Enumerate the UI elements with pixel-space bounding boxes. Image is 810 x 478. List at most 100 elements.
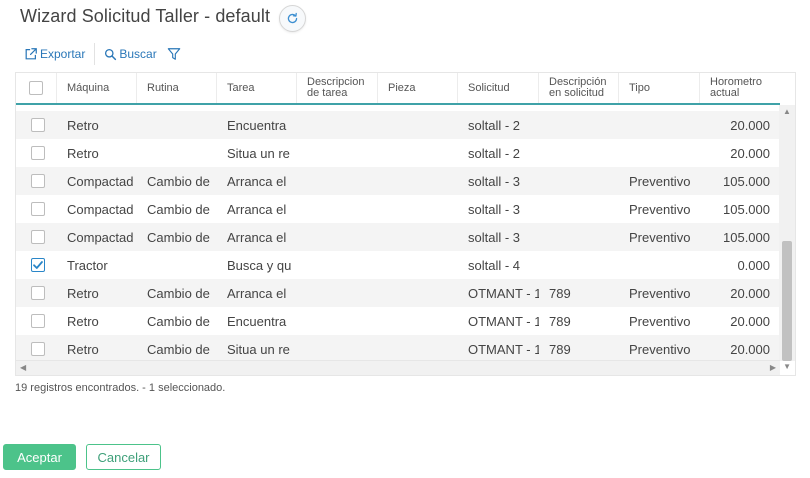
search-icon [105, 48, 117, 60]
table-row[interactable]: Retro Cambio de Situa un re OTMANT - 1 789 Pr… [16, 335, 780, 361]
cell-rutina [137, 139, 217, 167]
cell-solicitud: OTMANT - 1 [468, 341, 539, 357]
cell-descripcion-solicitud: 789 [549, 313, 571, 329]
cell-descripcion-tarea [297, 307, 378, 335]
cell-descripcion-tarea [297, 251, 378, 279]
cell-solicitud: soltall - 3 [468, 201, 521, 217]
search-button[interactable]: Buscar [104, 47, 157, 61]
column-header-maquina[interactable]: Máquina [57, 73, 137, 103]
cell-maquina: Retro [67, 285, 99, 301]
check-icon [33, 261, 43, 269]
cell-pieza [378, 279, 458, 307]
page-title: Wizard Solicitud Taller - default [20, 6, 271, 26]
cell-tarea: Encuentra [227, 313, 287, 329]
cell-solicitud: soltall - 2 [468, 145, 521, 161]
column-header-rutina[interactable]: Rutina [137, 73, 217, 103]
cell-descripcion-solicitud [539, 111, 619, 139]
cell-horometro: 20.000 [730, 117, 770, 133]
refresh-icon [287, 12, 298, 24]
scroll-left-arrow-icon[interactable]: ◀ [20, 364, 26, 372]
cell-tarea: Encuentra [227, 117, 287, 133]
cell-horometro: 105.000 [723, 173, 770, 189]
cell-pieza [378, 307, 458, 335]
cell-rutina: Cambio de [147, 285, 210, 301]
cell-tarea: Busca y qu [227, 257, 292, 273]
cell-pieza [378, 111, 458, 139]
table-row[interactable]: Retro Cambio de Encuentra OTMANT - 1 789 Prev… [16, 307, 780, 335]
filter-button[interactable] [167, 47, 181, 61]
column-header-pieza[interactable]: Pieza [378, 73, 458, 103]
cell-pieza [378, 167, 458, 195]
row-checkbox[interactable] [31, 314, 45, 328]
cell-horometro: 20.000 [730, 313, 770, 329]
cell-tipo: Preventivo [629, 285, 691, 301]
refresh-button[interactable] [279, 5, 306, 32]
cell-horometro: 105.000 [723, 201, 770, 217]
scroll-up-arrow-icon[interactable]: ▲ [783, 108, 791, 116]
column-header-horometro[interactable]: Horometro actual [700, 73, 780, 103]
cell-descripcion-solicitud [539, 223, 619, 251]
cell-rutina [137, 251, 217, 279]
cell-maquina: Compactad [67, 201, 134, 217]
records-status: 19 registros encontrados. - 1 selecciona… [15, 382, 226, 394]
row-checkbox[interactable] [31, 146, 45, 160]
cell-solicitud: soltall - 4 [468, 257, 521, 273]
cell-maquina: Compactad [67, 173, 134, 189]
table-row[interactable]: Tractor Busca y qu soltall - 4 0.000 [16, 251, 780, 279]
row-checkbox[interactable] [31, 286, 45, 300]
cell-maquina: Retro [67, 341, 99, 357]
cell-rutina: Cambio de [147, 229, 210, 245]
horizontal-scrollbar[interactable]: ◀ ▶ [16, 360, 780, 375]
cell-tipo: Preventivo [629, 201, 691, 217]
table-row[interactable]: Retro Situa un re soltall - 2 20.000 [16, 139, 780, 167]
table-row[interactable]: Retro Cambio de Arranca el OTMANT - 1 789 Pre… [16, 279, 780, 307]
cell-rutina: Cambio de [147, 201, 210, 217]
column-header-descripcion-tarea[interactable]: Descripcion de tarea [297, 73, 378, 103]
row-checkbox[interactable] [31, 230, 45, 244]
cell-descripcion-tarea [297, 335, 378, 361]
cell-solicitud: soltall - 2 [468, 117, 521, 133]
row-checkbox[interactable] [31, 118, 45, 132]
cell-tarea: Arranca el [227, 285, 287, 301]
cell-solicitud: soltall - 3 [468, 173, 521, 189]
cell-rutina: Cambio de [147, 313, 210, 329]
cell-horometro: 0.000 [737, 257, 770, 273]
column-header-tarea[interactable]: Tarea [217, 73, 297, 103]
cell-rutina [137, 111, 217, 139]
scroll-right-arrow-icon[interactable]: ▶ [770, 364, 776, 372]
table-row[interactable]: Compactad Cambio de Arranca el soltall - 3 P… [16, 223, 780, 251]
cancel-button[interactable]: Cancelar [86, 444, 161, 470]
vertical-scroll-thumb[interactable] [782, 241, 792, 361]
row-checkbox[interactable] [31, 258, 45, 272]
select-all-checkbox[interactable] [29, 81, 43, 95]
cell-tarea: Arranca el [227, 229, 287, 245]
row-checkbox[interactable] [31, 202, 45, 216]
table-row[interactable]: Retro Encuentra soltall - 2 20.000 [16, 111, 780, 139]
cell-maquina: Retro [67, 313, 99, 329]
grid-header: Máquina Rutina Tarea Descripcion de tare… [16, 73, 780, 105]
export-button[interactable]: Exportar [24, 47, 85, 61]
column-header-descripcion-solicitud[interactable]: Descripción en solicitud [539, 73, 619, 103]
vertical-scrollbar[interactable]: ▲ [779, 105, 795, 361]
row-checkbox[interactable] [31, 342, 45, 356]
cell-descripcion-solicitud [539, 139, 619, 167]
column-header-tipo[interactable]: Tipo [619, 73, 700, 103]
cell-tipo: Preventivo [629, 313, 691, 329]
cell-descripcion-tarea [297, 195, 378, 223]
cell-pieza [378, 139, 458, 167]
row-checkbox[interactable] [31, 174, 45, 188]
grid-body: Retro Encuentra soltall - 2 20.000 Retro Situ… [16, 111, 780, 361]
cell-descripcion-solicitud [539, 167, 619, 195]
cell-horometro: 20.000 [730, 145, 770, 161]
search-label: Buscar [119, 47, 157, 61]
column-header-solicitud[interactable]: Solicitud [458, 73, 539, 103]
table-row[interactable]: Compactad Cambio de Arranca el soltall - 3 P… [16, 195, 780, 223]
scroll-down-arrow-icon[interactable]: ▼ [783, 363, 791, 371]
cell-pieza [378, 223, 458, 251]
cell-horometro: 105.000 [723, 229, 770, 245]
cell-rutina: Cambio de [147, 341, 210, 357]
header-select-all[interactable] [16, 73, 57, 103]
cell-pieza [378, 251, 458, 279]
accept-button[interactable]: Aceptar [3, 444, 76, 470]
table-row[interactable]: Compactad Cambio de Arranca el soltall - 3 P… [16, 167, 780, 195]
